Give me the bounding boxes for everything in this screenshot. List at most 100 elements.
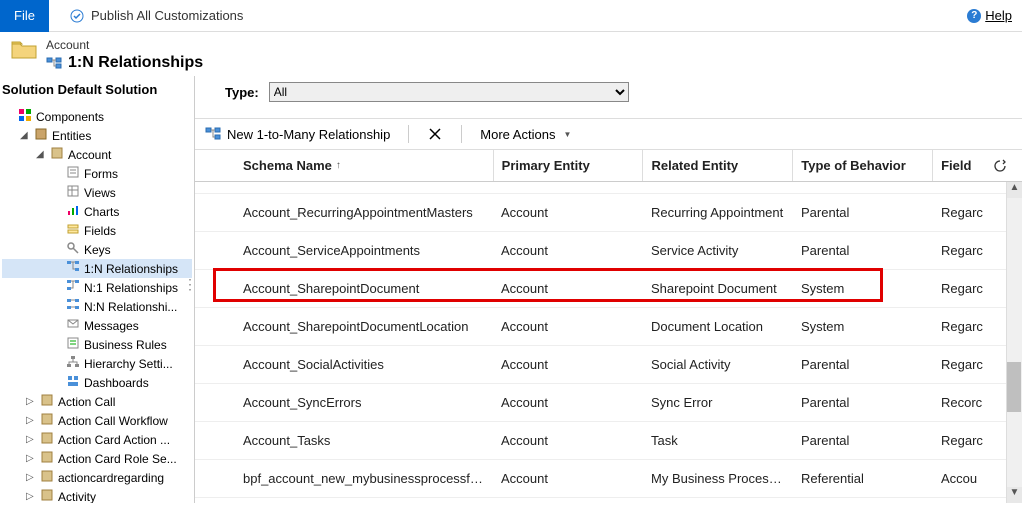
column-header-field[interactable]: Field [932, 150, 992, 181]
scroll-up-button[interactable]: ▲ [1007, 182, 1022, 198]
tree-item[interactable]: ▷actioncardregarding [2, 468, 192, 487]
entity-icon [50, 146, 64, 163]
folder-icon [10, 38, 38, 62]
table-row[interactable]: Account_SharepointDocumentAccountSharepo… [195, 270, 1022, 308]
tree-item-label: Activity [58, 490, 96, 504]
help-link[interactable]: ? Help [967, 8, 1012, 23]
cell-schema: bpf_account_new_mybusinessprocessflow [235, 471, 493, 486]
tree-item[interactable]: 1:N Relationships [2, 259, 192, 278]
column-header-related[interactable]: Related Entity [642, 150, 792, 181]
cell-behavior: Parental [793, 433, 933, 448]
tree-item[interactable]: ▷Action Call Workflow [2, 411, 192, 430]
cell-related: My Business Process F... [643, 471, 793, 486]
tree-item[interactable]: Keys [2, 240, 192, 259]
column-header-behavior[interactable]: Type of Behavior [792, 150, 932, 181]
cell-behavior: System [793, 319, 933, 334]
tree-item-label: Messages [84, 319, 139, 333]
tree-item[interactable]: ▷Action Card Action ... [2, 430, 192, 449]
column-header-primary[interactable]: Primary Entity [493, 150, 643, 181]
sidebar-resize-handle[interactable]: ⋮ [183, 276, 195, 293]
tree-item[interactable]: Forms [2, 164, 192, 183]
delete-icon [427, 126, 443, 142]
tree-item[interactable]: Messages [2, 316, 192, 335]
tree-item[interactable]: ▷Action Call [2, 392, 192, 411]
table-row[interactable]: Account_SocialActivitiesAccountSocial Ac… [195, 346, 1022, 384]
tree-item-label: Action Card Role Se... [58, 452, 177, 466]
refresh-icon[interactable] [992, 158, 1008, 174]
tree-item[interactable]: N:N Relationshi... [2, 297, 192, 316]
more-actions-button[interactable]: More Actions ▼ [480, 127, 571, 142]
cell-primary: Account [493, 205, 643, 220]
forms-icon [66, 165, 80, 182]
publish-all-button[interactable]: Publish All Customizations [69, 8, 243, 24]
cell-field: Regarc [933, 205, 993, 220]
tree-item[interactable]: ▷Activity [2, 487, 192, 503]
grid-header: Schema Name ↑ Primary Entity Related Ent… [195, 150, 1022, 182]
toolbar: New 1-to-Many Relationship More Actions … [195, 118, 1022, 150]
sidebar: Solution Default Solution Components◢Ent… [0, 76, 195, 503]
messages-icon [66, 317, 80, 334]
cell-related: Task [643, 433, 793, 448]
tree-item[interactable]: Business Rules [2, 335, 192, 354]
entity-icon [40, 431, 54, 448]
file-label: File [14, 8, 35, 23]
table-row[interactable] [195, 182, 1022, 194]
scroll-down-button[interactable]: ▼ [1007, 487, 1022, 503]
cell-schema: Account_Tasks [235, 433, 493, 448]
tree-item[interactable]: ▷Action Card Role Se... [2, 449, 192, 468]
cell-schema: Account_SocialActivities [235, 357, 493, 372]
tree-item[interactable]: Charts [2, 202, 192, 221]
cell-field: Regarc [933, 281, 993, 296]
table-row[interactable]: Account_TasksAccountTaskParentalRegarc [195, 422, 1022, 460]
bizrules-icon [66, 336, 80, 353]
table-row[interactable]: Account_SyncErrorsAccountSync ErrorParen… [195, 384, 1022, 422]
cell-behavior: Parental [793, 205, 933, 220]
table-row[interactable]: Account_RecurringAppointmentMastersAccou… [195, 194, 1022, 232]
cell-related: Sharepoint Document [643, 281, 793, 296]
cell-primary: Account [493, 357, 643, 372]
views-icon [66, 184, 80, 201]
tree-item-label: Action Card Action ... [58, 433, 170, 447]
tree-item-label: Views [84, 186, 116, 200]
rel1n-icon [66, 260, 80, 277]
cell-related: Service Activity [643, 243, 793, 258]
tree-item[interactable]: N:1 Relationships [2, 278, 192, 297]
tree-item[interactable]: Fields [2, 221, 192, 240]
tree-item[interactable]: Hierarchy Setti... [2, 354, 192, 373]
table-row[interactable]: Account_ServiceAppointmentsAccountServic… [195, 232, 1022, 270]
column-header-schema[interactable]: Schema Name ↑ [235, 150, 493, 181]
tree-item[interactable]: Views [2, 183, 192, 202]
cell-field: Regarc [933, 243, 993, 258]
tree-item[interactable]: ◢Entities [2, 126, 192, 145]
tree-item[interactable]: Components [2, 107, 192, 126]
new-relationship-button[interactable]: New 1-to-Many Relationship [205, 126, 390, 142]
file-menu-button[interactable]: File [0, 0, 49, 32]
tree-item-label: Business Rules [84, 338, 167, 352]
tree-item-label: Charts [84, 205, 119, 219]
tree-item[interactable]: ◢Account [2, 145, 192, 164]
vertical-scrollbar[interactable]: ▲ ▼ [1006, 182, 1022, 503]
publish-label: Publish All Customizations [91, 8, 243, 23]
tree-item-label: 1:N Relationships [84, 262, 178, 276]
table-row[interactable]: Account_SharepointDocumentLocationAccoun… [195, 308, 1022, 346]
nav-tree: Components◢Entities◢AccountForms Views Cha… [0, 103, 194, 503]
entity-icon [40, 450, 54, 467]
tree-item-label: actioncardregarding [58, 471, 164, 485]
cell-schema: Account_ServiceAppointments [235, 243, 493, 258]
tree-item[interactable]: Dashboards [2, 373, 192, 392]
expander-icon: ▷ [26, 396, 36, 407]
reln1-icon [66, 279, 80, 296]
sort-asc-icon: ↑ [336, 160, 341, 171]
more-actions-label: More Actions [480, 127, 555, 142]
type-filter-select[interactable]: All [269, 82, 629, 102]
tree-item-label: Account [68, 148, 111, 162]
cell-primary: Account [493, 433, 643, 448]
toolbar-separator [408, 125, 409, 143]
entity-icon [40, 469, 54, 486]
delete-button[interactable] [427, 126, 443, 142]
sidebar-title: Solution Default Solution [0, 76, 194, 103]
cell-schema: Account_SyncErrors [235, 395, 493, 410]
scroll-thumb[interactable] [1007, 362, 1021, 412]
tree-item-label: N:1 Relationships [84, 281, 178, 295]
table-row[interactable]: bpf_account_new_mybusinessprocessflowAcc… [195, 460, 1022, 498]
